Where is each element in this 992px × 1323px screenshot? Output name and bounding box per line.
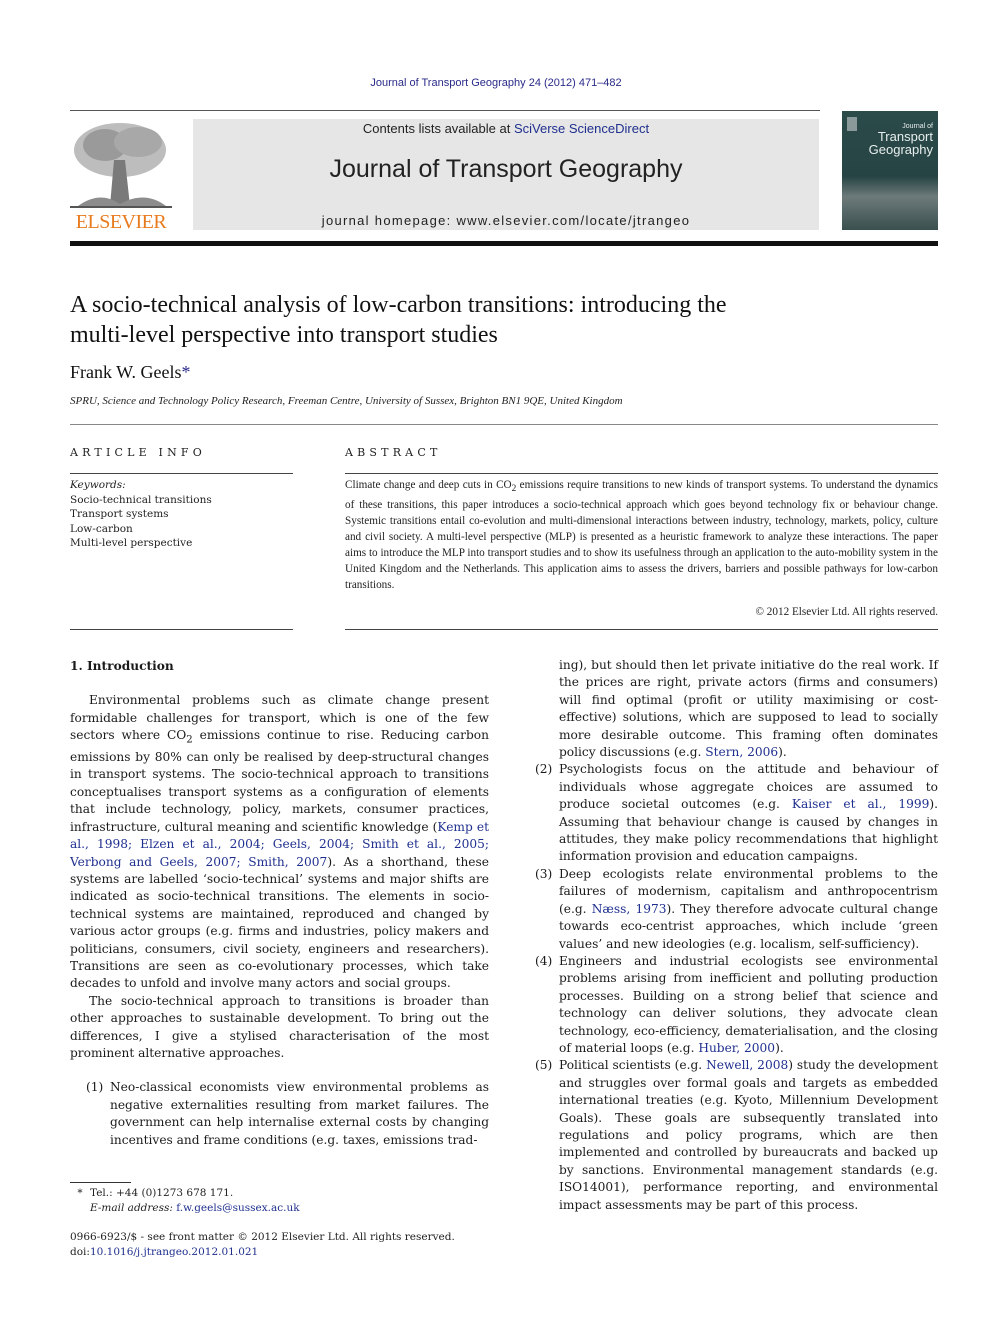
list-item: (5) Political scientists (e.g. Newell, 20…: [519, 1057, 938, 1214]
cover-line: Geography: [868, 142, 933, 157]
elsevier-badge-icon: [847, 117, 857, 131]
citation-link[interactable]: Newell, 2008: [706, 1058, 788, 1072]
abstract-bottom-rule: [345, 629, 938, 630]
elsevier-wordmark: ELSEVIER: [75, 211, 167, 233]
body-right-column: ing), but should then let private initia…: [519, 657, 938, 1214]
text: ).: [775, 1040, 784, 1055]
abstract-heading: ABSTRACT: [345, 446, 442, 459]
keywords-label: Keywords:: [70, 479, 126, 491]
article-info-bottom-rule: [70, 629, 293, 630]
body-left-column: 1. Introduction Environmental problems s…: [70, 658, 489, 1149]
doi-label: doi:: [70, 1245, 90, 1258]
affiliation-rule: [70, 424, 938, 425]
abstract-text: Climate change and deep cuts in CO2 emis…: [345, 478, 938, 594]
cover-title: Journal of Transport Geography: [869, 123, 933, 156]
author-footnote-mark[interactable]: *: [182, 362, 191, 382]
header-thick-rule: [70, 241, 938, 246]
contents-prefix: Contents lists available at: [362, 121, 514, 136]
abstract-part: Climate change and deep cuts in CO: [345, 479, 512, 491]
abstract-copyright: © 2012 Elsevier Ltd. All rights reserved…: [755, 606, 939, 618]
author-footnote: * Tel.: +44 (0)1273 678 171. E-mail addre…: [70, 1186, 299, 1216]
issn-line: 0966-6923/$ - see front matter © 2012 El…: [70, 1231, 455, 1243]
journal-homepage[interactable]: journal homepage: www.elsevier.com/locat…: [193, 213, 819, 228]
paragraph: Environmental problems such as climate c…: [70, 692, 489, 992]
title-line: A socio-technical analysis of low-carbon…: [70, 292, 727, 318]
section-heading: 1. Introduction: [70, 659, 174, 673]
item-number: (3): [535, 866, 553, 881]
list-item-continuation: ing), but should then let private initia…: [519, 657, 938, 761]
journal-cover-image[interactable]: Journal of Transport Geography: [842, 111, 938, 230]
citation-link[interactable]: Næss, 1973: [592, 902, 667, 916]
approaches-list: (1) Neo-classical economists view environ…: [70, 1079, 489, 1149]
text: ).: [778, 745, 787, 760]
contents-available-line: Contents lists available at SciVerse Sci…: [193, 121, 819, 136]
keyword: Socio-technical transitions: [70, 493, 212, 506]
author-name: Frank W. Geels: [70, 362, 182, 382]
keyword: Transport systems: [70, 508, 169, 520]
approaches-list-continued: (2) Psychologists focus on the attitude a…: [519, 761, 938, 1214]
text: ). As a shorthand, these systems are lab…: [70, 854, 489, 991]
header-rule: [70, 110, 820, 111]
front-matter: 0966-6923/$ - see front matter © 2012 El…: [70, 1230, 455, 1259]
list-item: (1) Neo-classical economists view environ…: [70, 1079, 489, 1149]
article-info-heading: ARTICLE INFO: [70, 446, 206, 459]
affiliation: SPRU, Science and Technology Policy Rese…: [70, 395, 623, 407]
author: Frank W. Geels*: [70, 362, 191, 383]
citation-link[interactable]: Kaiser et al., 1999: [792, 797, 929, 811]
footnote-mark: *: [77, 1187, 83, 1199]
text: ing), but should then let private initia…: [559, 658, 938, 760]
doi-link[interactable]: 10.1016/j.jtrangeo.2012.01.021: [90, 1246, 258, 1258]
keywords-block: Keywords: Socio-technical transitions Tr…: [70, 478, 212, 551]
footnote-rule: [70, 1182, 131, 1183]
item-number: (1): [86, 1080, 104, 1095]
item-number: (5): [535, 1058, 553, 1073]
email-link[interactable]: f.w.geels@sussex.ac.uk: [176, 1202, 299, 1214]
keyword: Multi-level perspective: [70, 537, 193, 549]
abstract-part: emissions require transitions to new kin…: [345, 479, 938, 591]
list-item: (4) Engineers and industrial ecologists s…: [519, 953, 938, 1057]
journal-citation[interactable]: Journal of Transport Geography 24 (2012)…: [0, 77, 992, 89]
list-item: (3) Deep ecologists relate environmental …: [519, 866, 938, 953]
text: Engineers and industrial ecologists see …: [559, 953, 938, 1055]
keyword: Low-carbon: [70, 522, 133, 535]
article-info-rule: [70, 473, 293, 474]
list-item: (2) Psychologists focus on the attitude a…: [519, 761, 938, 865]
text: Political scientists (e.g.: [559, 1058, 707, 1073]
paragraph: The socio-technical approach to transiti…: [70, 993, 489, 1060]
tree-icon: [70, 120, 172, 212]
text: ) study the development and struggles ov…: [559, 1058, 938, 1212]
text: emissions continue to rise. Reducing car…: [70, 728, 489, 834]
phone: Tel.: +44 (0)1273 678 171.: [90, 1187, 234, 1199]
citation-link[interactable]: Huber, 2000: [698, 1041, 775, 1055]
text: Neo-classical economists view environmen…: [110, 1080, 489, 1147]
citation-link[interactable]: Stern, 2006: [705, 745, 778, 759]
abstract-rule: [345, 473, 938, 474]
journal-title: Journal of Transport Geography: [329, 155, 683, 183]
article-title: A socio-technical analysis of low-carbon…: [70, 290, 910, 350]
item-number: (2): [535, 762, 553, 777]
item-number: (4): [535, 953, 553, 968]
sciencedirect-link[interactable]: SciVerse ScienceDirect: [514, 121, 649, 136]
email-label: E-mail address:: [90, 1202, 177, 1214]
title-line: multi-level perspective into transport s…: [70, 322, 498, 348]
